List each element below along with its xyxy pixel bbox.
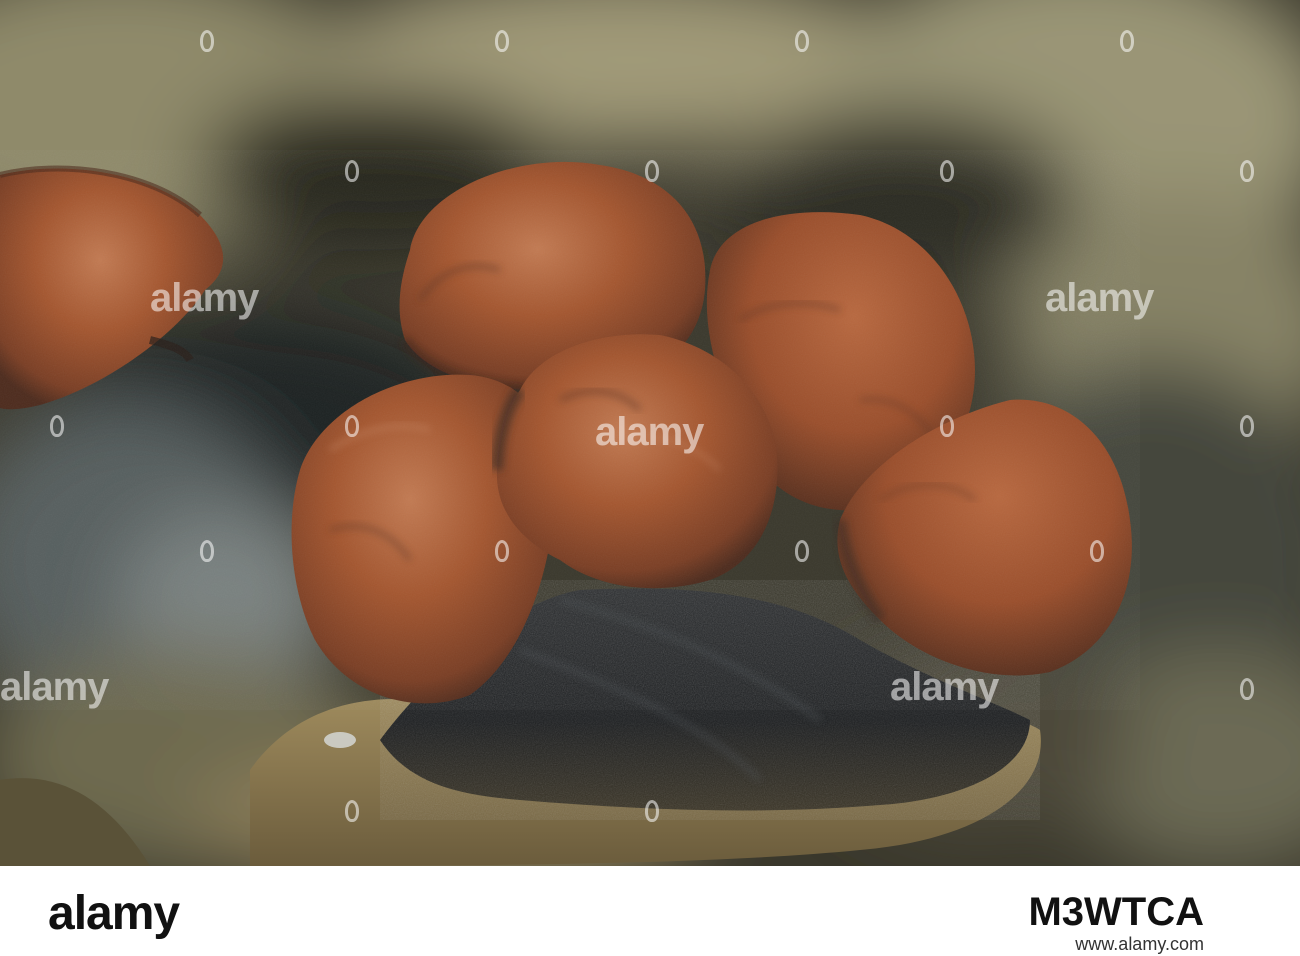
watermark-text: alamy	[1045, 276, 1154, 320]
macro-photo: alamy alamy alamy alamy alamy	[0, 0, 1300, 866]
watermark-text: alamy	[0, 665, 109, 709]
watermark-mark	[50, 415, 64, 437]
watermark-mark	[1120, 30, 1134, 52]
image-id: M3WTCA	[1028, 890, 1204, 934]
image-stage: alamy alamy alamy alamy alamy alamy M3WT…	[0, 0, 1300, 956]
watermark-mark	[495, 30, 509, 52]
watermark-mark	[345, 800, 359, 822]
watermark-mark	[495, 540, 509, 562]
watermark-mark	[1090, 540, 1104, 562]
watermark-mark	[1240, 160, 1254, 182]
watermark-mark	[1240, 678, 1254, 700]
site-url: www.alamy.com	[1075, 934, 1204, 954]
watermark-mark	[795, 540, 809, 562]
watermark-mark	[200, 30, 214, 52]
watermark-mark	[795, 30, 809, 52]
watermark-mark	[940, 160, 954, 182]
watermark-text: alamy	[595, 410, 704, 454]
watermark-mark	[645, 800, 659, 822]
footer-bar: alamy M3WTCA www.alamy.com	[0, 866, 1300, 956]
watermark-mark	[940, 415, 954, 437]
watermark-mark	[645, 160, 659, 182]
watermark-text: alamy	[890, 665, 999, 709]
watermark-mark	[345, 160, 359, 182]
alamy-logo: alamy	[48, 887, 180, 940]
watermark-mark	[1240, 415, 1254, 437]
watermark-text: alamy	[150, 276, 259, 320]
watermark-mark	[345, 415, 359, 437]
watermark-mark	[200, 540, 214, 562]
